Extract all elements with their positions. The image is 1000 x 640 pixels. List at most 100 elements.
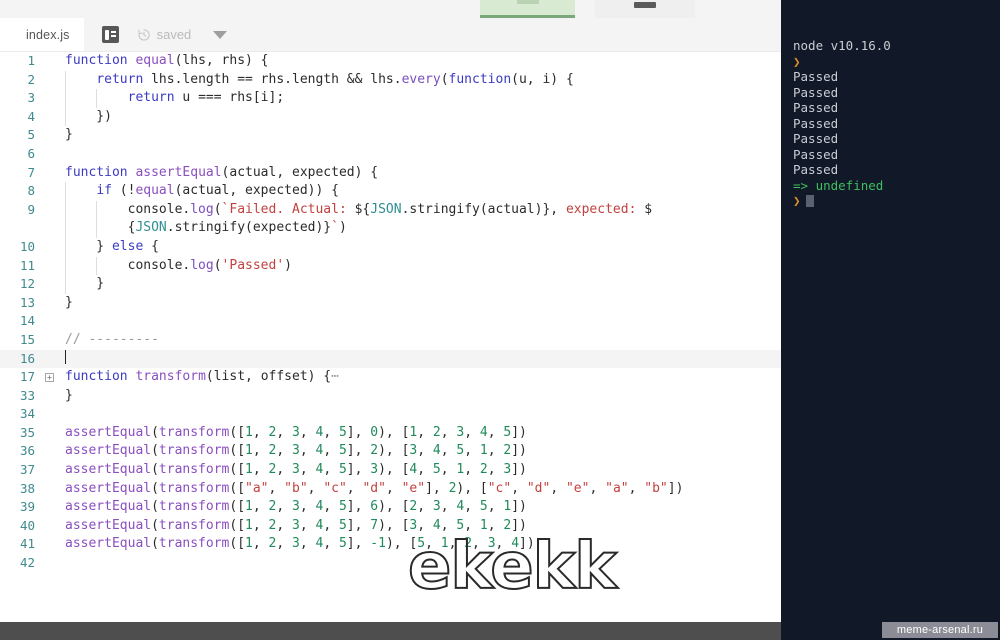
code-token: 3 <box>370 462 379 478</box>
code-token: $ <box>644 201 653 217</box>
console-line: Passed <box>793 69 1000 85</box>
code-token: 2 <box>503 517 512 533</box>
console-text: node v10.16.0 <box>793 38 891 53</box>
code-line[interactable]: 14 <box>0 312 781 331</box>
code-line-text: assertEqual(transform([1, 2, 3, 4, 5], 6… <box>44 498 781 517</box>
code-token: ( <box>440 71 449 87</box>
code-line[interactable]: 35 assertEqual(transform([1, 2, 3, 4, 5],… <box>0 424 781 443</box>
code-line[interactable]: 40 assertEqual(transform([1, 2, 3, 4, 5],… <box>0 517 781 536</box>
code-token: , <box>487 517 504 533</box>
code-token: ]) <box>667 480 684 496</box>
code-token: , <box>299 424 316 440</box>
code-token: "d" <box>362 480 386 496</box>
code-token: else <box>111 238 144 254</box>
code-line[interactable]: 7 function assertEqual(actual, expected) … <box>0 164 781 183</box>
line-number: 14 <box>19 313 35 329</box>
code-token: 3 <box>503 462 512 478</box>
saved-status[interactable]: saved <box>137 27 191 42</box>
code-line[interactable]: 12 } <box>0 275 781 294</box>
code-token: , <box>417 517 433 533</box>
code-line[interactable]: 38 assertEqual(transform(["a", "b", "c", … <box>0 480 781 499</box>
code-line-text: } <box>44 387 781 406</box>
code-token: (u, i) { <box>511 71 574 87</box>
code-token: 5 <box>432 462 441 478</box>
code-token: return <box>96 71 144 87</box>
code-token: 5 <box>338 499 347 515</box>
console-cursor[interactable] <box>805 195 814 207</box>
file-tab-index-js[interactable]: index.js <box>0 18 84 51</box>
tab-icon <box>634 2 656 8</box>
code-token: , <box>346 480 363 496</box>
line-number: 17 <box>19 369 35 385</box>
text-caret <box>65 349 66 364</box>
code-line-text: } <box>44 294 781 313</box>
code-token: function <box>448 71 512 87</box>
code-line[interactable]: 17 + function transform(list, offset) {⋯ <box>0 368 781 387</box>
line-number: 2 <box>27 71 35 87</box>
code-line-text <box>44 554 781 573</box>
code-line[interactable]: 3 return u === rhs[i]; <box>0 89 781 108</box>
code-line[interactable]: 4 }) <box>0 107 781 127</box>
code-line[interactable]: {JSON.stringify(expected)}`) <box>0 219 781 238</box>
code-token: .stringify(actual)}, <box>401 201 559 217</box>
line-number: 8 <box>27 183 35 199</box>
code-line[interactable]: 8 if (!equal(actual, expected)) { <box>0 182 781 201</box>
code-line-text: return u === rhs[i]; <box>44 89 781 108</box>
tab-inactive-ghost[interactable] <box>595 0 695 18</box>
code-token: , <box>299 443 316 459</box>
code-line[interactable]: 37 assertEqual(transform([1, 2, 3, 4, 5],… <box>0 461 781 480</box>
code-line[interactable]: 10 } else { <box>0 237 781 257</box>
code-line[interactable]: 5} <box>0 126 781 145</box>
code-token: 4 <box>432 443 441 459</box>
code-token: 3 <box>292 424 300 440</box>
code-token: , <box>323 517 339 533</box>
code-token: (list, offset) { <box>205 369 332 385</box>
code-line[interactable]: 42 <box>0 554 781 573</box>
code-token: , <box>464 499 480 515</box>
code-editor-area[interactable]: 1 function equal(lhs, rhs) {2 return lhs.… <box>0 52 781 622</box>
code-line-text: console.log('Passed') <box>44 256 781 276</box>
code-line[interactable]: 9 console.log(`Failed. Actual: ${JSON.st… <box>0 200 781 220</box>
line-number: 41 <box>19 536 35 552</box>
code-token: ([ <box>229 443 246 459</box>
tab-active-ghost[interactable] <box>480 0 575 18</box>
chevron-down-icon[interactable] <box>213 30 228 39</box>
indent-guide <box>96 256 98 276</box>
code-token: , <box>252 462 269 478</box>
code-token: ), [ <box>378 499 410 515</box>
code-line[interactable]: 39 assertEqual(transform([1, 2, 3, 4, 5],… <box>0 498 781 517</box>
code-token: ], <box>425 480 449 496</box>
code-line[interactable]: 2 return lhs.length == rhs.length && lhs… <box>0 70 781 90</box>
code-token: } <box>65 276 105 292</box>
console-line: Passed <box>793 147 1000 163</box>
code-token: , <box>252 424 269 440</box>
code-line[interactable]: 13} <box>0 294 781 313</box>
code-token: ), [ <box>378 443 410 459</box>
console-line: Passed <box>793 162 1000 178</box>
code-token: ], <box>346 499 371 515</box>
code-token: ]) <box>511 499 527 515</box>
code-line[interactable]: 34 <box>0 405 781 424</box>
code-line[interactable]: 16 <box>0 349 781 369</box>
console-output-pane[interactable]: node v10.16.0 ❯ Passed Passed Passed Passed Pa… <box>781 0 1000 640</box>
code-token: ], <box>346 536 371 552</box>
code-line[interactable]: 36 assertEqual(transform([1, 2, 3, 4, 5],… <box>0 442 781 461</box>
code-line[interactable]: 33} <box>0 387 781 406</box>
code-token: transform <box>158 499 230 515</box>
code-token: ]) <box>511 462 527 478</box>
panel-icon[interactable] <box>101 26 119 43</box>
code-line[interactable]: 11 console.log('Passed') <box>0 256 781 276</box>
editor-pane: index.js saved 1 function equal(lhs, rhs)… <box>0 18 781 622</box>
code-token: assertEqual <box>65 480 152 496</box>
code-token: , <box>511 480 527 496</box>
code-token: 1 <box>245 443 253 459</box>
code-token: , <box>276 536 292 552</box>
code-token: ]) <box>519 536 535 552</box>
code-line[interactable]: 6 <box>0 145 781 164</box>
indent-guide <box>65 107 66 127</box>
code-line[interactable]: 15 // --------- <box>0 331 781 350</box>
code-token: assertEqual <box>65 517 152 533</box>
code-line-text: {JSON.stringify(expected)}`) <box>44 219 781 238</box>
code-line[interactable]: 41 assertEqual(transform([1, 2, 3, 4, 5],… <box>0 535 781 554</box>
code-line[interactable]: 1 function equal(lhs, rhs) { <box>0 52 781 71</box>
